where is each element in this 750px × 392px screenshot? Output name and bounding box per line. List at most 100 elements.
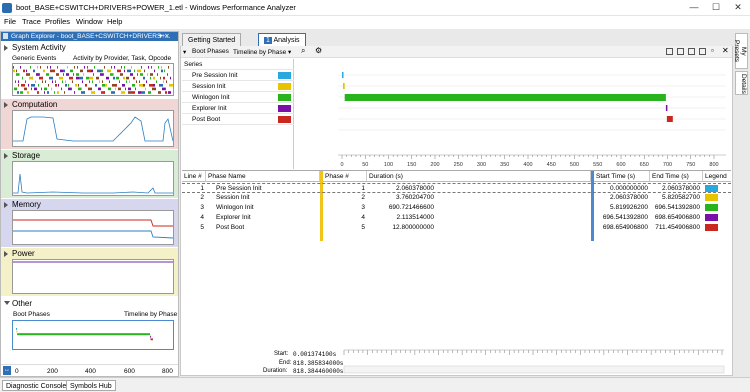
x-tick-label: 200 <box>430 162 439 168</box>
phase-bar[interactable] <box>342 83 345 89</box>
collapse-icon[interactable] <box>4 102 8 108</box>
minimize-button[interactable]: — <box>683 0 705 15</box>
phase-bar[interactable] <box>344 94 666 101</box>
event-mark <box>163 80 164 83</box>
tab-details[interactable]: Details <box>735 71 748 95</box>
section-storage[interactable]: Storage <box>1 150 178 198</box>
table-row[interactable]: 5 Post Boot 5 12.800000000 698.654906800 711.… <box>182 223 731 233</box>
series-item[interactable]: Winlogon Init <box>182 92 294 103</box>
menu-file[interactable]: File <box>4 17 16 26</box>
phase-bar[interactable] <box>666 116 673 122</box>
event-mark <box>93 73 94 76</box>
system-activity-thumbnail[interactable] <box>12 63 174 96</box>
event-mark <box>55 84 57 87</box>
power-thumbnail[interactable] <box>12 259 174 294</box>
event-mark <box>44 91 45 94</box>
selection-axis: Start: 0.001374100s End: 818.385834000s … <box>182 348 731 375</box>
series-item[interactable]: Pre Session Init <box>182 70 294 81</box>
event-mark <box>60 69 63 73</box>
menu-window[interactable]: Window <box>76 17 103 26</box>
panel-menu-icon[interactable]: ▾ ✕ <box>159 32 170 41</box>
close-graph-icon[interactable]: ✕ <box>722 46 729 55</box>
event-mark <box>124 69 125 73</box>
tab-analysis[interactable]: 1 Analysis <box>258 33 306 46</box>
gear-icon[interactable]: ⚙ <box>315 46 322 55</box>
column-header-phase-num[interactable]: Phase # <box>323 171 367 182</box>
event-mark <box>65 80 66 83</box>
symbols-hub-button[interactable]: Symbols Hub <box>66 380 116 391</box>
event-mark <box>129 80 130 83</box>
table-row[interactable]: 1 Pre Session Init 1 2.060378000 0.000000000… <box>182 183 731 193</box>
section-computation[interactable]: Computation <box>1 99 178 149</box>
series-item[interactable]: Post Boot <box>182 114 294 125</box>
maximize-button[interactable]: ☐ <box>705 0 727 15</box>
table-cell-name: Post Boot <box>216 224 245 231</box>
boot-phases-thumbnail[interactable] <box>12 320 174 350</box>
event-mark <box>30 66 31 69</box>
event-mark <box>89 76 93 80</box>
storage-thumbnail[interactable] <box>12 161 174 196</box>
event-mark <box>158 66 159 69</box>
collapse-icon[interactable] <box>4 202 8 208</box>
phase-bar[interactable] <box>342 72 344 78</box>
collapse-icon[interactable] <box>4 153 8 159</box>
sync-icon[interactable]: ↔ <box>3 366 11 375</box>
preset-dropdown[interactable]: Timeline by Phase ▾ <box>233 48 291 56</box>
menu-trace[interactable]: Trace <box>22 17 41 26</box>
series-item[interactable]: Session Init <box>182 81 294 92</box>
column-header-phase-name[interactable]: Phase Name <box>206 171 320 182</box>
event-mark <box>139 84 143 87</box>
phase-bar[interactable] <box>665 105 668 111</box>
maximize-graph-icon[interactable] <box>699 48 706 55</box>
display-graph-icon[interactable] <box>677 48 684 55</box>
start-label: Start: <box>274 351 289 357</box>
column-header-start[interactable]: Start Time (s) <box>594 171 650 182</box>
section-memory[interactable]: Memory <box>1 199 178 247</box>
tab-getting-started[interactable]: Getting Started <box>182 33 242 46</box>
series-item[interactable]: Explorer Init <box>182 103 294 114</box>
column-header-end[interactable]: End Time (s) <box>650 171 703 182</box>
section-power[interactable]: Power <box>1 248 178 296</box>
search-icon[interactable]: ⌕ <box>301 46 305 56</box>
diagnostic-console-button[interactable]: Diagnostic Console <box>2 380 71 391</box>
column-header-legend[interactable]: Legend <box>703 171 731 182</box>
event-mark <box>170 76 171 80</box>
table-row[interactable]: 3 Winlogon Init 3 690.721466600 5.819926200 6… <box>182 203 731 213</box>
memory-thumbnail[interactable] <box>12 210 174 245</box>
event-mark <box>96 76 99 80</box>
section-title: Other <box>12 299 33 308</box>
event-mark <box>131 66 132 69</box>
collapse-graph-icon[interactable]: ▾ <box>183 48 186 56</box>
restore-icon[interactable]: ▫ <box>711 46 714 55</box>
collapse-icon[interactable] <box>4 251 8 257</box>
close-button[interactable]: ✕ <box>727 0 749 15</box>
column-header-duration[interactable]: Duration (s) <box>367 171 591 182</box>
section-system-activity[interactable]: System Activity Generic Events Activity … <box>1 42 178 98</box>
event-mark <box>165 87 166 91</box>
table-row[interactable]: 4 Explorer Init 4 2.113514000 696.541392800 6… <box>182 213 731 223</box>
expand-icon[interactable] <box>4 301 10 305</box>
legend-swatch <box>705 185 718 192</box>
menu-profiles[interactable]: Profiles <box>45 17 70 26</box>
horizontal-scrollbar[interactable] <box>343 365 725 374</box>
timeline-chart[interactable]: 0 50 100 150 200 250 300 350 400 450 500 550 600 650 7… <box>296 59 731 169</box>
section-other[interactable]: Other Boot Phases Timeline by Phase <box>1 298 178 358</box>
event-mark <box>27 91 29 94</box>
event-mark <box>72 80 73 83</box>
menu-help[interactable]: Help <box>107 17 122 26</box>
event-mark <box>43 69 45 73</box>
event-mark <box>140 73 143 76</box>
timeline-chart-svg: 0 50 100 150 200 250 300 350 400 450 500 550 600 650 7… <box>338 72 726 168</box>
event-mark <box>75 84 77 87</box>
event-mark <box>145 87 146 91</box>
computation-thumbnail[interactable] <box>12 110 174 147</box>
event-mark <box>103 73 104 76</box>
event-mark <box>123 76 125 80</box>
column-header-line[interactable]: Line # <box>182 171 206 182</box>
collapse-icon[interactable] <box>4 45 8 51</box>
tab-my-presets[interactable]: My Presets <box>733 33 748 69</box>
display-graph-table-icon[interactable] <box>666 48 673 55</box>
table-row[interactable]: 2 Session Init 2 3.760204700 2.060378000 5.82… <box>182 193 731 203</box>
display-table-icon[interactable] <box>688 48 695 55</box>
time-ruler[interactable] <box>340 348 730 375</box>
